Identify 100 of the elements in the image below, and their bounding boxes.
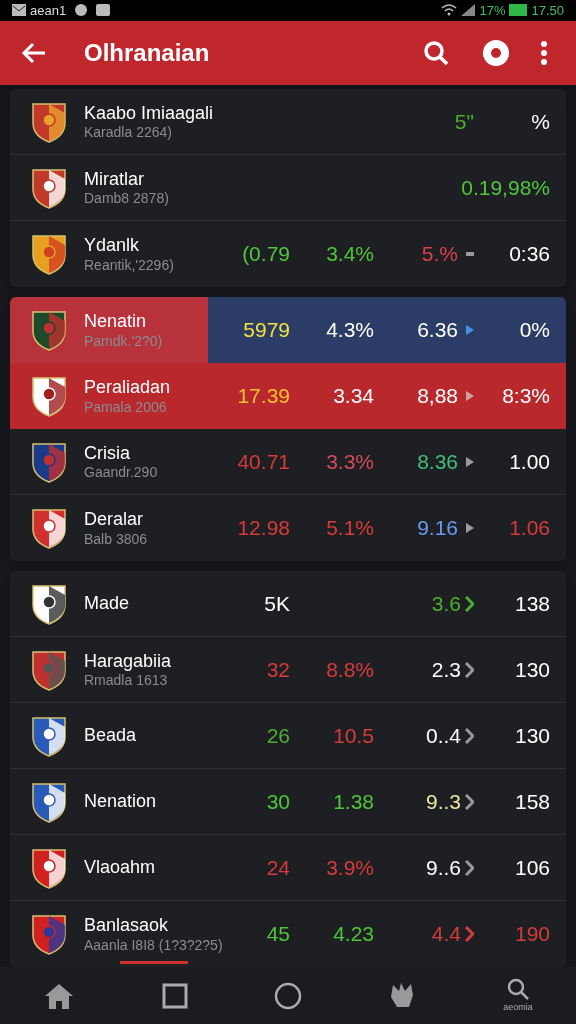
highlighted-row[interactable]: Nenatin Pamdk.'2?0) 5979 4.3% 6.36 0% <box>10 297 566 364</box>
stat-value: 0.19,98% <box>461 174 550 201</box>
stat-value: 17.39 <box>237 383 290 410</box>
team-name: Banlasaok <box>84 914 170 937</box>
team-name: Nenatin <box>84 310 148 333</box>
team-name: Crisia <box>84 441 131 465</box>
stat-value: 4.4 <box>431 921 461 948</box>
crest-icon <box>30 780 68 823</box>
team-name: Beada <box>84 724 137 747</box>
stat-value: (0.79 <box>242 241 290 268</box>
search-icon <box>505 976 530 1001</box>
stat-value: 5K <box>264 590 290 617</box>
stat-value: 8:3% <box>502 383 550 410</box>
stat-value: 1.06 <box>509 515 550 542</box>
team-row[interactable]: Banlasaok Aaanla I8I8 (1?3?2?5) 45 4.23 4.4 190 <box>10 901 566 968</box>
crest-icon <box>30 100 68 143</box>
team-name: Vlaoahm <box>84 856 156 879</box>
team-row[interactable]: Haragabiia Rmadla 1613 32 8.8% 2.3 130 <box>10 637 566 704</box>
battery-percent: 17% <box>479 1 506 20</box>
team-name: Nenation <box>84 790 157 813</box>
search-tab[interactable]: aeomia <box>503 976 533 1015</box>
battery-icon <box>509 4 528 17</box>
signal-icon <box>461 4 476 17</box>
stat-value: 12.98 <box>237 515 290 542</box>
team-row[interactable]: Vlaoahm 24 3.9% 9..6 106 <box>10 835 566 902</box>
stat-value: 3.34 <box>333 383 374 410</box>
team-name: Ydanlk <box>84 234 141 257</box>
stat-value: 5.1% <box>326 515 374 542</box>
stat-value: 0% <box>519 317 550 344</box>
team-row[interactable]: Made 5K 3.6 138 <box>10 571 566 638</box>
team-row[interactable]: Deralar Balb 3806 12.98 5.1% 9.16 1.06 <box>10 495 566 562</box>
stat-value: 130 <box>514 656 550 683</box>
team-name: Peraliadan <box>84 376 171 399</box>
team-subtitle: Pamala 2006 <box>84 398 168 417</box>
team-row[interactable]: Nenation 30 1.38 9..3 158 <box>10 769 566 836</box>
stat-value: 8,88 <box>417 383 458 410</box>
stat-value: 5" <box>454 108 474 135</box>
more-icon <box>541 41 547 65</box>
team-row[interactable]: Miratlar Damb8 2878) 0.19,98% <box>10 155 566 222</box>
stat-value: 4.23 <box>333 921 374 948</box>
app-title: Olhranaian <box>84 38 211 68</box>
stat-value: 190 <box>514 921 550 948</box>
stat-value: 0..4 <box>425 722 461 749</box>
team-name: Kaabo Imiaagali <box>84 101 214 125</box>
team-name: Haragabiia <box>84 649 172 673</box>
stat-value: 6.36 <box>417 317 458 344</box>
wifi-icon <box>441 4 458 17</box>
team-subtitle: Balb 3806 <box>84 530 148 549</box>
crest-icon <box>30 846 68 889</box>
team-subtitle: Karadla 2264) <box>84 124 173 142</box>
stat-value: 0:36 <box>509 241 550 268</box>
crest-icon <box>30 507 68 550</box>
stat-value: 2.3 <box>431 656 461 683</box>
tab-indicator <box>120 961 188 965</box>
crest-icon <box>30 309 68 352</box>
stat-value: 9..3 <box>425 788 461 815</box>
crest-icon <box>30 714 68 757</box>
team-subtitle: Gaandr.290 <box>84 464 158 482</box>
stat-value: 3.6 <box>431 590 461 617</box>
search-icon <box>423 40 449 66</box>
stat-value: 10.5 <box>333 722 374 749</box>
crest-icon <box>30 648 68 691</box>
stat-value: 4.3% <box>326 317 374 344</box>
stat-value: 45 <box>266 921 290 948</box>
team-subtitle: Damb8 2878) <box>84 190 169 208</box>
team-subtitle: Reantik,'2296) <box>84 256 174 275</box>
stat-value: 9.16 <box>417 515 458 542</box>
stat-value: 3.3% <box>326 448 374 475</box>
stat-value: 30 <box>266 788 290 815</box>
clock: 17.50 <box>531 1 564 20</box>
stat-value: 1.38 <box>333 788 374 815</box>
team-subtitle: Aaanla I8I8 (1?3?2?5) <box>84 936 223 955</box>
stat-value: 8.8% <box>326 656 374 683</box>
square-icon <box>161 982 188 1009</box>
crest-icon <box>30 440 68 483</box>
stat-value: 106 <box>514 854 550 881</box>
stat-value: 32 <box>266 656 290 683</box>
team-name: Made <box>84 592 130 615</box>
stat-value: 1.00 <box>509 448 550 475</box>
stat-value: 158 <box>514 788 550 815</box>
crest-icon <box>30 582 68 625</box>
team-row[interactable]: Crisia Gaandr.290 40.71 3.3% 8.36 1.00 <box>10 429 566 496</box>
highlighted-row[interactable]: Peraliadan Pamala 2006 17.39 3.34 8,88 8:3% <box>10 363 566 430</box>
crest-icon <box>30 375 68 418</box>
back-icon <box>21 42 47 64</box>
team-row[interactable]: Ydanlk Reantik,'2296) (0.79 3.4% 5.% 0:36 <box>10 221 566 288</box>
circle-icon <box>274 981 303 1010</box>
stat-value: % <box>531 108 550 135</box>
team-row[interactable]: Beada 26 10.5 0..4 130 <box>10 703 566 770</box>
circle-button[interactable] <box>274 981 303 1010</box>
stat-value: 26 <box>266 722 290 749</box>
team-subtitle: Pamdk.'2?0) <box>84 332 163 351</box>
stat-value: 40.71 <box>237 448 290 475</box>
stat-value: 24 <box>266 854 290 881</box>
recents-button[interactable] <box>161 982 188 1009</box>
team-name: Deralar <box>84 508 145 531</box>
team-row[interactable]: Kaabo Imiaagali Karadla 2264) 5" % <box>10 89 566 156</box>
crest-icon <box>30 166 68 209</box>
team-subtitle: Rmadla 1613 <box>84 672 169 690</box>
stat-value: 9..6 <box>425 854 461 881</box>
